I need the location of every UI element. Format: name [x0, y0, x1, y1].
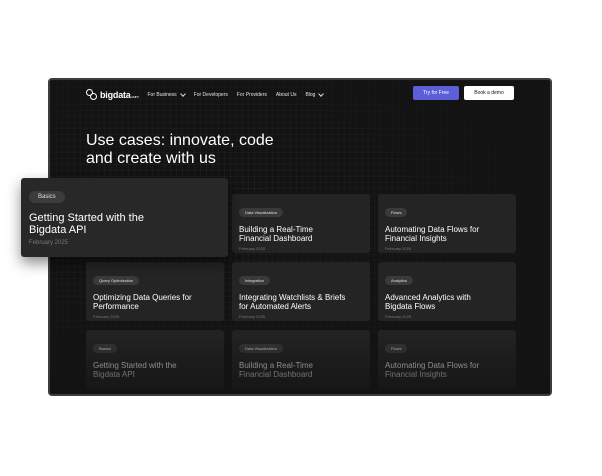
category-tag: Basics	[93, 344, 117, 353]
card-title: Integrating Watchlists & Briefs for Autom…	[239, 293, 346, 311]
nav-menu: For Business For Developers For Provider…	[147, 91, 325, 98]
card-title: Building a Real-Time Financial Dashboard	[239, 225, 313, 243]
book-demo-button[interactable]: Book a demo	[464, 86, 514, 100]
chevron-down-icon	[318, 91, 325, 97]
card-title: Building a Real-Time Financial Dashboard	[239, 361, 313, 379]
card-title: Getting Started with the Bigdata API	[93, 361, 177, 379]
card-date: February 2025	[385, 314, 412, 319]
card-title: Automating Data Flows for Financial Insig…	[385, 225, 480, 243]
category-tag: Data Visualization	[239, 208, 283, 217]
card-date: February 2025	[385, 246, 412, 251]
use-case-card[interactable]: Query Optimization Optimizing Data Queri…	[86, 262, 224, 321]
use-case-card[interactable]: Integration Integrating Watchlists & Bri…	[232, 262, 370, 321]
card-title: Advanced Analytics with Bigdata Flows	[385, 293, 471, 311]
page-title-line-1: Use cases: innovate, code	[86, 132, 274, 149]
use-case-card[interactable]: Basics Getting Started with the Bigdata A…	[86, 330, 224, 389]
nav-item-for-developers[interactable]: For Developers	[194, 92, 228, 98]
category-tag: Data Visualization	[239, 344, 283, 353]
use-case-card[interactable]: Flows Automating Data Flows for Financial…	[378, 330, 516, 389]
card-title: Automating Data Flows for Financial Insig…	[385, 361, 480, 379]
logo-text: bigdata.com	[100, 90, 139, 100]
use-case-card[interactable]: Data Visualization Building a Real-Time F…	[232, 194, 370, 253]
category-tag: Basics	[29, 191, 65, 203]
chevron-down-icon	[179, 91, 186, 97]
category-tag: Query Optimization	[93, 276, 140, 285]
logo[interactable]: bigdata.com	[86, 89, 139, 101]
page-title: Use cases: innovate, code and create wit…	[86, 132, 306, 168]
nav-item-about-us[interactable]: About Us	[276, 92, 297, 98]
use-case-card[interactable]: Flows Automating Data Flows for Financial…	[378, 194, 516, 253]
page-title-line-2: and create with us	[86, 150, 216, 167]
logo-icon	[86, 89, 98, 101]
use-case-card[interactable]: Data Visualization Building a Real-Time F…	[232, 330, 370, 389]
category-tag: Integration	[239, 276, 270, 285]
card-date: February 2025	[239, 314, 266, 319]
card-date: February 2025	[93, 314, 120, 319]
top-navigation: bigdata.com For Business For Developers …	[86, 86, 514, 104]
try-for-free-button[interactable]: Try for Free	[413, 86, 459, 100]
card-date: February 2025	[29, 240, 69, 246]
nav-item-blog[interactable]: Blog	[305, 91, 325, 98]
category-tag: Flows	[385, 344, 408, 353]
category-tag: Analytics	[385, 276, 414, 285]
card-title: Optimizing Data Queries for Performance	[93, 293, 192, 311]
card-date: February 2025	[239, 246, 266, 251]
category-tag: Flows	[385, 208, 408, 217]
nav-item-for-providers[interactable]: For Providers	[237, 92, 267, 98]
card-title: Getting Started with the Bigdata API	[29, 212, 144, 236]
nav-item-for-business[interactable]: For Business	[147, 91, 186, 98]
use-case-card[interactable]: Analytics Advanced Analytics with Bigdata…	[378, 262, 516, 321]
featured-use-case-card[interactable]: Basics Getting Started with the Bigdata A…	[21, 178, 228, 257]
